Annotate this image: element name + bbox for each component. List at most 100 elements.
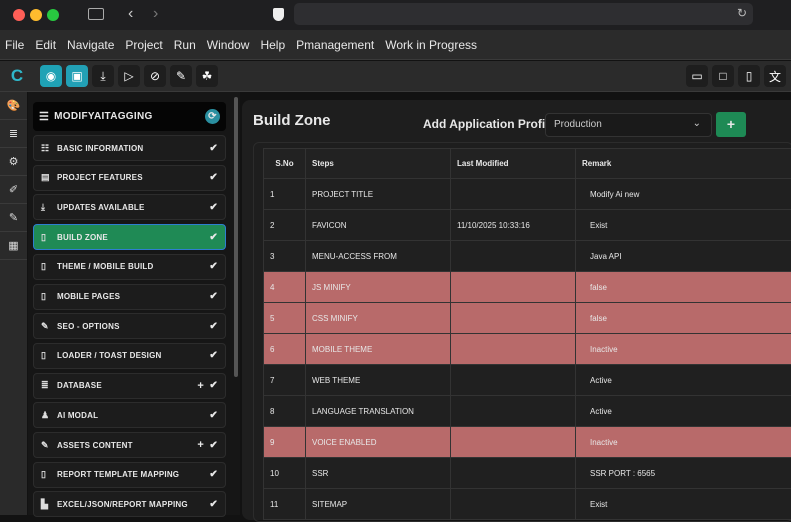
sidebar-item-assets-content[interactable]: ✎ASSETS CONTENT+✔	[33, 432, 226, 458]
table-row[interactable]: 6MOBILE THEMEInactive	[264, 334, 791, 365]
item-icon: ☷	[41, 143, 51, 154]
sidebar-item-label: EXCEL/JSON/REPORT MAPPING	[57, 500, 188, 509]
remark: SSR PORT : 6565	[576, 458, 791, 489]
step-name: PROJECT TITLE	[306, 179, 451, 210]
menu-icon[interactable]: ☰	[39, 110, 49, 123]
row-number: 2	[264, 210, 306, 241]
column-header: Steps	[306, 149, 451, 179]
column-header: Remark	[576, 149, 791, 179]
menu-work-in-progress[interactable]: Work in Progress	[385, 38, 477, 52]
save-button[interactable]: ▣	[66, 65, 88, 87]
tablet-view-button[interactable]: □	[712, 65, 734, 87]
sidebar-scrollbar[interactable]	[234, 97, 238, 377]
download-button[interactable]: ⤓	[92, 65, 114, 87]
menu-window[interactable]: Window	[207, 38, 250, 52]
row-number: 5	[264, 303, 306, 334]
add-icon[interactable]: +	[197, 439, 204, 451]
menu-navigate[interactable]: Navigate	[67, 38, 114, 52]
forward-icon[interactable]: ›	[153, 5, 158, 23]
sidebar-item-mobile-pages[interactable]: ▯MOBILE PAGES✔	[33, 284, 226, 310]
remark: Active	[576, 396, 791, 427]
sidebar-item-database[interactable]: ≣DATABASE+✔	[33, 373, 226, 399]
sidebar-toggle-icon[interactable]	[88, 8, 104, 20]
profile-select[interactable]: Production⌄	[545, 113, 712, 137]
menu-file[interactable]: File	[5, 38, 24, 52]
toolbar: C ◉ ▣ ⤓ ▷ ⊘ ✎ ☘ ▭ □ ▯ 文	[0, 61, 791, 92]
step-name: SSR	[306, 458, 451, 489]
item-icon: ✎	[41, 321, 51, 332]
app-logo-icon: C	[6, 65, 28, 87]
table-row[interactable]: 8LANGUAGE TRANSLATIONActive	[264, 396, 791, 427]
sidebar-item-updates-available[interactable]: ⤓UPDATES AVAILABLE✔	[33, 194, 226, 220]
run-button[interactable]: ▷	[118, 65, 140, 87]
table-row[interactable]: 5CSS MINIFYfalse	[264, 303, 791, 334]
row-number: 9	[264, 427, 306, 458]
stop-button[interactable]: ⊘	[144, 65, 166, 87]
sidebar-item-ai-modal[interactable]: ♟AI MODAL✔	[33, 402, 226, 428]
menu-project[interactable]: Project	[125, 38, 162, 52]
table-row[interactable]: 10SSRSSR PORT : 6565	[264, 458, 791, 489]
row-number: 4	[264, 272, 306, 303]
cubes-button[interactable]: ☘	[196, 65, 218, 87]
remark: Active	[576, 365, 791, 396]
check-icon: ✔	[209, 202, 218, 213]
menu-run[interactable]: Run	[174, 38, 196, 52]
last-modified: 11/10/2025 10:33:16	[451, 210, 576, 241]
settings-file-icon[interactable]: ⚙	[0, 148, 27, 176]
sidebar-item-report-template-mapping[interactable]: ▯REPORT TEMPLATE MAPPING✔	[33, 462, 226, 488]
table-row[interactable]: 9VOICE ENABLEDInactive	[264, 427, 791, 458]
laptop-view-button[interactable]: ▭	[686, 65, 708, 87]
check-icon: ✔	[209, 440, 218, 451]
address-bar[interactable]: ↻	[294, 3, 753, 25]
sidebar-item-seo-options[interactable]: ✎ SEO - OPTIONS ✔	[33, 313, 226, 339]
last-modified	[451, 334, 576, 365]
sidebar-item-excel-json-report-mapping[interactable]: ▙EXCEL/JSON/REPORT MAPPING✔	[33, 491, 226, 517]
table-row[interactable]: 7WEB THEMEActive	[264, 365, 791, 396]
item-icon: ▯	[41, 261, 51, 272]
plugin-button[interactable]: ◉	[40, 65, 62, 87]
add-icon[interactable]: +	[197, 380, 204, 392]
sidebar-item-loader-toast-design[interactable]: ▯LOADER / TOAST DESIGN✔	[33, 343, 226, 369]
table-row[interactable]: 4JS MINIFYfalse	[264, 272, 791, 303]
item-icon: ♟	[41, 410, 51, 421]
column-header: S.No	[264, 149, 306, 179]
back-icon[interactable]: ‹	[128, 5, 133, 23]
item-icon: ≣	[41, 380, 51, 391]
menu-edit[interactable]: Edit	[35, 38, 56, 52]
sidebar-item-label: BUILD ZONE	[57, 233, 108, 242]
last-modified	[451, 241, 576, 272]
edit-icon[interactable]: ✎	[0, 204, 27, 232]
item-icon: ⤓	[41, 202, 51, 213]
sidebar-item-basic-information[interactable]: ☷BASIC INFORMATION✔	[33, 135, 226, 161]
menu-help[interactable]: Help	[260, 38, 285, 52]
add-profile-button[interactable]: +	[716, 112, 746, 137]
remark: Inactive	[576, 334, 791, 365]
table-row[interactable]: 2FAVICON11/10/2025 10:33:16Exist	[264, 210, 791, 241]
maximize-window-button[interactable]	[47, 9, 59, 21]
calculator-icon[interactable]: ▦	[0, 232, 27, 260]
table-row[interactable]: 3MENU-ACCESS FROMJava API	[264, 241, 791, 272]
brush-icon[interactable]: ✐	[0, 176, 27, 204]
edit-button[interactable]: ✎	[170, 65, 192, 87]
sidebar-item-build-zone[interactable]: ▯BUILD ZONE✔	[33, 224, 226, 250]
menu-pmanagement[interactable]: Pmanagement	[296, 38, 374, 52]
sync-icon[interactable]: ⟳	[205, 109, 220, 124]
row-number: 1	[264, 179, 306, 210]
table-row[interactable]: 1PROJECT TITLE Modify Ai new	[264, 179, 791, 210]
last-modified	[451, 427, 576, 458]
check-icon: ✔	[209, 232, 218, 243]
sidebar-item-theme-mobile-build[interactable]: ▯THEME / MOBILE BUILD✔	[33, 254, 226, 280]
remark: Modify Ai new	[576, 179, 791, 210]
check-icon: ✔	[209, 321, 218, 332]
minimize-window-button[interactable]	[30, 9, 42, 21]
mobile-view-button[interactable]: ▯	[738, 65, 760, 87]
sidebar-item-project-features[interactable]: ▤PROJECT FEATURES✔	[33, 165, 226, 191]
row-number: 6	[264, 334, 306, 365]
sidebar-item-label: SEO - OPTIONS	[57, 322, 120, 331]
reload-icon[interactable]: ↻	[737, 6, 747, 20]
row-number: 3	[264, 241, 306, 272]
translate-button[interactable]: 文	[764, 65, 786, 87]
palette-icon[interactable]: 🎨	[0, 92, 27, 120]
database-icon[interactable]: ≣	[0, 120, 27, 148]
close-window-button[interactable]	[13, 9, 25, 21]
